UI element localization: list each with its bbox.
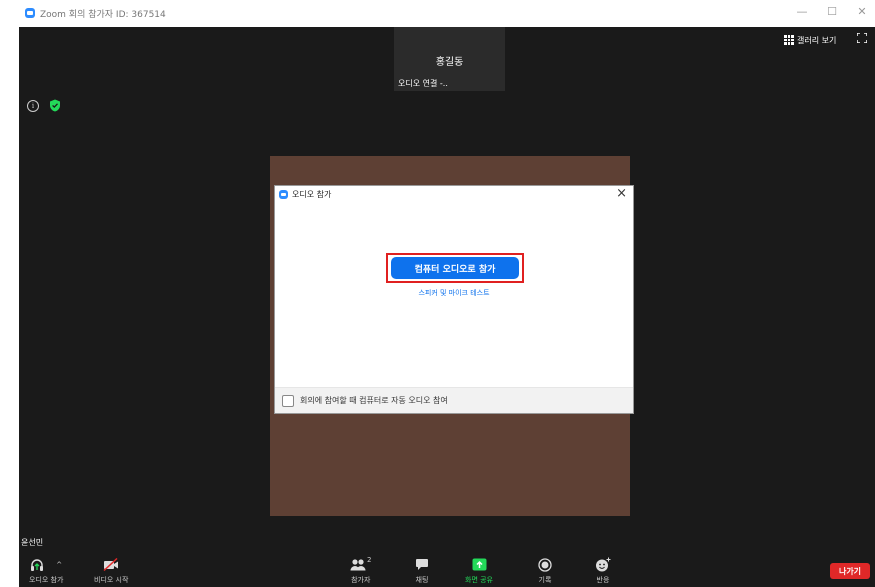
- zoom-logo-icon: [25, 8, 35, 18]
- gallery-view-button[interactable]: 갤러리 보기: [784, 32, 836, 48]
- share-screen-icon: [472, 558, 486, 571]
- speaker-audio-status: 오디오 연결 -..: [398, 79, 448, 88]
- headphone-icon: [31, 558, 44, 571]
- window-titlebar: Zoom 회의 참가자 ID: 367514 — ☐ ✕: [0, 0, 875, 27]
- shield-icon[interactable]: [49, 99, 61, 112]
- participants-label: 참가자: [351, 576, 371, 584]
- window-title: Zoom 회의 참가자 ID: 367514: [40, 10, 166, 20]
- participants-icon: [350, 559, 366, 571]
- join-computer-audio-button[interactable]: 컴퓨터 오디오로 참가: [391, 257, 519, 279]
- dialog-footer: 회의에 참여할 때 컴퓨터로 자동 오디오 참여: [275, 387, 633, 413]
- join-audio-label: 오디오 참가: [29, 576, 64, 584]
- auto-join-audio-label[interactable]: 회의에 참여할 때 컴퓨터로 자동 오디오 참여: [300, 395, 448, 406]
- reactions-button[interactable]: 반응: [595, 556, 611, 585]
- start-video-label: 비디오 시작: [94, 576, 129, 584]
- fullscreen-icon[interactable]: [857, 33, 867, 43]
- maximize-button[interactable]: ☐: [825, 5, 839, 18]
- self-name-label: 윤선민: [21, 538, 44, 547]
- speaker-name: 홍길동: [435, 57, 464, 68]
- chat-icon: [416, 559, 428, 570]
- chat-label: 채팅: [415, 576, 429, 584]
- meeting-toolbar: ^ 오디오 참가 비디오 시작 2 참가자 채팅 화면 공유 기록 반응 나가기: [19, 554, 875, 587]
- dialog-title: 오디오 참가: [292, 190, 332, 199]
- smiley-icon: [596, 557, 611, 572]
- reactions-label: 반응: [596, 576, 610, 584]
- record-button[interactable]: 기록: [538, 556, 552, 585]
- dialog-close-button[interactable]: ×: [616, 186, 627, 201]
- active-speaker-tile[interactable]: 홍길동 오디오 연결 -..: [394, 27, 505, 91]
- minimize-button[interactable]: —: [795, 5, 809, 18]
- participants-count: 2: [367, 556, 372, 564]
- share-screen-label: 화면 공유: [465, 576, 493, 584]
- leave-meeting-button[interactable]: 나가기: [830, 563, 870, 579]
- record-label: 기록: [538, 576, 552, 584]
- join-audio-button[interactable]: ^ 오디오 참가: [29, 556, 63, 585]
- start-video-button[interactable]: 비디오 시작: [94, 556, 128, 585]
- audio-options-caret[interactable]: ^: [56, 561, 62, 569]
- audio-join-dialog: 오디오 참가 × 컴퓨터 오디오로 참가 스피커 및 마이크 테스트 회의에 참…: [274, 185, 634, 414]
- record-icon: [538, 557, 552, 572]
- share-screen-button[interactable]: 화면 공유: [465, 556, 493, 585]
- video-off-icon: [103, 558, 119, 571]
- grid-icon: [784, 35, 794, 45]
- chat-button[interactable]: 채팅: [415, 556, 429, 585]
- info-icon[interactable]: i: [27, 100, 39, 112]
- auto-join-audio-checkbox[interactable]: [282, 395, 294, 407]
- gallery-view-label: 갤러리 보기: [797, 35, 837, 45]
- test-speaker-mic-link[interactable]: 스피커 및 마이크 테스트: [275, 288, 633, 298]
- close-window-button[interactable]: ✕: [855, 5, 869, 18]
- participants-button[interactable]: 2 참가자: [350, 556, 371, 585]
- zoom-logo-icon: [279, 190, 288, 199]
